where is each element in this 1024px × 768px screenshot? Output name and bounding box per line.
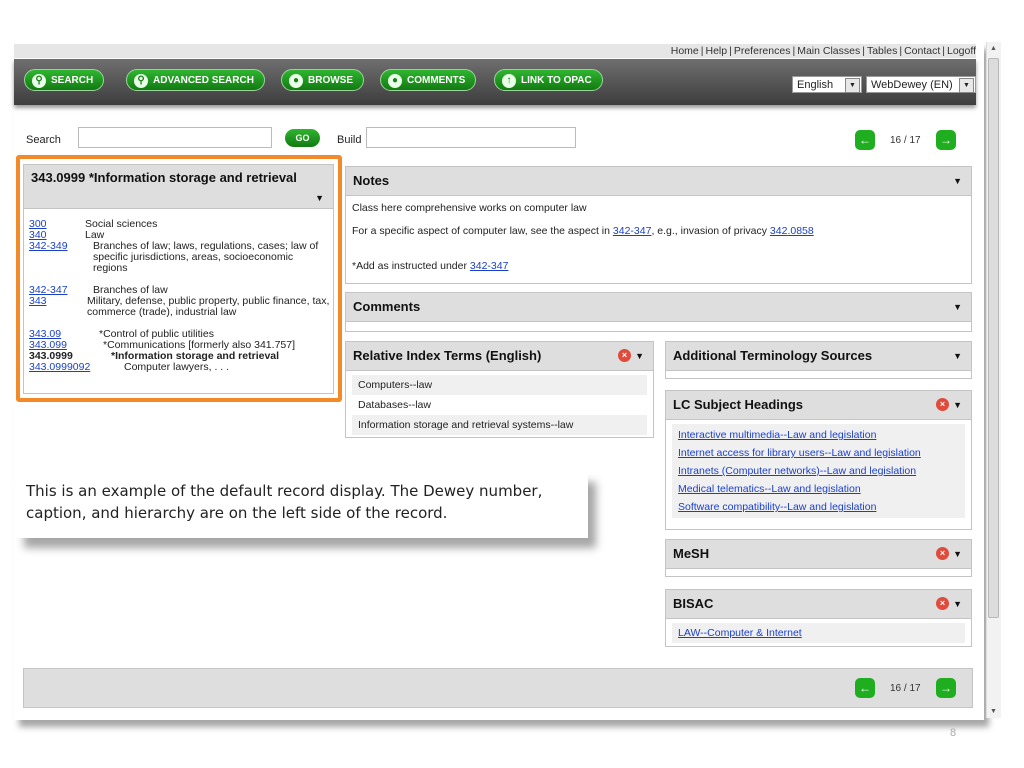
subject-heading-link[interactable]: Software compatibility--Law and legislat…: [672, 498, 965, 516]
list-item[interactable]: Information storage and retrieval system…: [352, 415, 647, 435]
list-item[interactable]: Computers--law: [352, 375, 647, 395]
search-icon: ⚲: [134, 74, 148, 88]
notes-link[interactable]: 342-347: [613, 225, 652, 237]
comments-header: Comments ▼: [346, 293, 971, 322]
bottom-bar: [23, 668, 973, 708]
link-contact[interactable]: Contact: [904, 45, 940, 57]
mesh-header: MeSH × ▼: [666, 540, 971, 569]
chevron-down-icon[interactable]: ▼: [953, 391, 962, 419]
notes-link[interactable]: 342-347: [470, 260, 509, 272]
record-panel: 343.0999 *Information storage and retrie…: [23, 164, 334, 394]
link-main-classes[interactable]: Main Classes: [797, 45, 860, 57]
top-links-bar: Home | Help | Preferences | Main Classes | Table…: [14, 44, 976, 58]
hierarchy-number[interactable]: 343.0999092: [29, 362, 90, 373]
scrollbar-thumb[interactable]: [988, 58, 999, 618]
notes-link[interactable]: 342.0858: [770, 225, 814, 237]
comments-panel: Comments ▼: [345, 292, 972, 332]
scroll-up-icon[interactable]: ▲: [990, 45, 997, 52]
chevron-down-icon[interactable]: ▼: [953, 167, 962, 195]
link-home[interactable]: Home: [671, 45, 699, 57]
subject-heading-link[interactable]: Internet access for library users--Law a…: [672, 444, 965, 462]
globe-icon: ●: [289, 74, 303, 88]
advanced-search-button[interactable]: ⚲ ADVANCED SEARCH: [126, 69, 265, 91]
close-icon[interactable]: ×: [936, 597, 949, 610]
chevron-down-icon[interactable]: ▼: [953, 540, 962, 568]
close-icon[interactable]: ×: [936, 398, 949, 411]
additional-terminology-panel: Additional Terminology Sources ▼: [665, 341, 972, 379]
relative-index-header: Relative Index Terms (English) × ▼: [346, 342, 653, 371]
bisac-header: BISAC × ▼: [666, 590, 971, 619]
build-label: Build: [337, 134, 362, 146]
notes-line: *Add as instructed under 342-347: [352, 260, 509, 272]
link-logoff[interactable]: Logoff: [947, 45, 976, 57]
notes-panel: Notes ▼ Class here comprehensive works on…: [345, 166, 972, 284]
mesh-panel: MeSH × ▼: [665, 539, 972, 577]
list-item[interactable]: Databases--law: [352, 395, 647, 415]
record-title: 343.0999 *Information storage and retrie…: [24, 165, 333, 209]
hierarchy-number[interactable]: 343: [29, 296, 47, 307]
link-preferences[interactable]: Preferences: [734, 45, 791, 57]
subject-heading-link[interactable]: Intranets (Computer networks)--Law and l…: [672, 462, 965, 480]
prev-arrow-icon[interactable]: ←: [855, 130, 875, 150]
speech-bubble-icon: ●: [388, 74, 402, 88]
chevron-down-icon[interactable]: ▼: [953, 342, 962, 370]
notes-line: Class here comprehensive works on comput…: [352, 202, 587, 214]
scroll-down-icon[interactable]: ▼: [990, 708, 997, 715]
close-icon[interactable]: ×: [936, 547, 949, 560]
chevron-down-icon[interactable]: ▼: [635, 342, 644, 370]
bisac-panel: BISAC × ▼ LAW--Computer & Internet: [665, 589, 972, 647]
next-arrow-icon[interactable]: →: [936, 130, 956, 150]
link-help[interactable]: Help: [706, 45, 728, 57]
lcsh-header: LC Subject Headings × ▼: [666, 391, 971, 420]
build-input[interactable]: [366, 127, 576, 148]
hierarchy-number[interactable]: 342-349: [29, 241, 68, 252]
link-tables[interactable]: Tables: [867, 45, 897, 57]
chevron-down-icon[interactable]: ▼: [953, 590, 962, 618]
comments-button[interactable]: ● COMMENTS: [380, 69, 477, 91]
arrow-up-icon: ↑: [502, 74, 516, 88]
pager-text: 16 / 17: [890, 135, 921, 146]
relative-index-panel: Relative Index Terms (English) × ▼ Compute…: [345, 341, 654, 438]
subject-heading-link[interactable]: Medical telematics--Law and legislation: [672, 480, 965, 498]
browse-button[interactable]: ● BROWSE: [281, 69, 364, 91]
chevron-down-icon: ▼: [845, 78, 860, 93]
edition-select[interactable]: WebDewey (EN) ▼: [866, 76, 976, 93]
slide-number: 8: [950, 727, 957, 739]
search-label: Search: [26, 134, 61, 146]
bisac-link[interactable]: LAW--Computer & Internet: [672, 623, 965, 643]
chevron-down-icon: ▼: [959, 78, 974, 93]
language-select[interactable]: English ▼: [792, 76, 862, 93]
lcsh-panel: LC Subject Headings × ▼ Interactive multim…: [665, 390, 972, 530]
prev-arrow-icon[interactable]: ←: [855, 678, 875, 698]
subject-heading-link[interactable]: Interactive multimedia--Law and legislat…: [672, 426, 965, 444]
go-button[interactable]: GO: [285, 129, 320, 147]
notes-line: For a specific aspect of computer law, s…: [352, 225, 814, 237]
vertical-scrollbar[interactable]: ▲ ▼: [986, 42, 1001, 718]
notes-header: Notes ▼: [346, 167, 971, 196]
callout-note: This is an example of the default record…: [16, 472, 588, 538]
search-input[interactable]: [78, 127, 272, 148]
link-to-opac-button[interactable]: ↑ LINK TO OPAC: [494, 69, 603, 91]
close-icon[interactable]: ×: [618, 349, 631, 362]
chevron-down-icon[interactable]: ▼: [953, 293, 962, 321]
next-arrow-icon[interactable]: →: [936, 678, 956, 698]
chevron-down-icon[interactable]: ▼: [315, 189, 324, 207]
additional-terminology-header: Additional Terminology Sources ▼: [666, 342, 971, 371]
search-icon: ⚲: [32, 74, 46, 88]
pager-text: 16 / 17: [890, 683, 921, 694]
search-button[interactable]: ⚲ SEARCH: [24, 69, 105, 91]
